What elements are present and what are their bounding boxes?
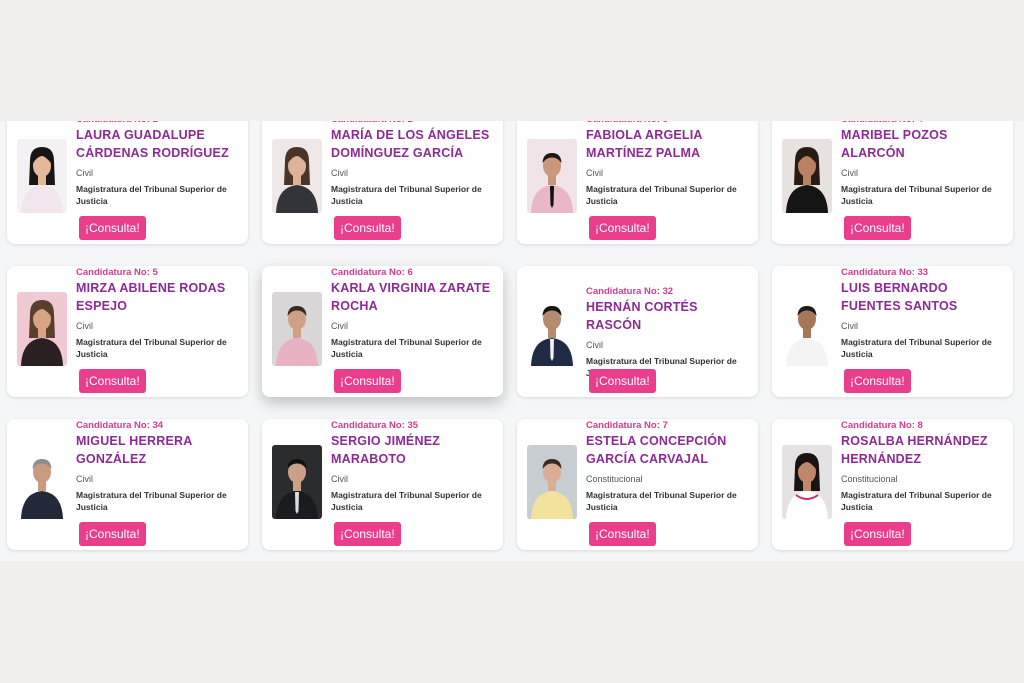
candidate-info: Candidatura No: 1 LAURA GUADALUPE CÁRDEN…	[76, 121, 244, 207]
consulta-button[interactable]: ¡Consulta!	[589, 369, 656, 393]
candidate-info: Candidatura No: 33 LUIS BERNARDO FUENTES…	[841, 266, 1009, 360]
consulta-button[interactable]: ¡Consulta!	[334, 216, 401, 240]
candidate-card-6: Candidatura No: 6 KARLA VIRGINIA ZARATE …	[262, 266, 503, 397]
candidate-info: Candidatura No: 35 SERGIO JIMÉNEZ MARABO…	[331, 419, 499, 513]
consulta-button[interactable]: ¡Consulta!	[589, 522, 656, 546]
candidate-card-10: Candidatura No: 35 SERGIO JIMÉNEZ MARABO…	[262, 419, 503, 550]
candidate-specialty: Civil	[586, 340, 603, 350]
candidate-card-1: Candidatura No: 1 LAURA GUADALUPE CÁRDEN…	[7, 121, 248, 244]
candidate-name: MIGUEL HERRERA GONZÁLEZ	[76, 434, 193, 466]
candidate-card-4: Candidatura No: 4 MARIBEL POZOS ALARCÓN …	[772, 121, 1013, 244]
candidate-specialty: Constitucional	[841, 474, 898, 484]
candidate-position: Magistratura del Tribunal Superior de Ju…	[331, 337, 482, 359]
candidate-number: Candidatura No: 32	[586, 286, 674, 297]
candidate-position: Magistratura del Tribunal Superior de Ju…	[586, 490, 737, 512]
candidate-card-8: Candidatura No: 33 LUIS BERNARDO FUENTES…	[772, 266, 1013, 397]
candidate-card-12: Candidatura No: 8 ROSALBA HERNÁNDEZ HERN…	[772, 419, 1013, 550]
candidate-number: Candidatura No: 34	[76, 420, 164, 431]
candidate-number: Candidatura No: 7	[586, 420, 668, 431]
candidate-photo-woman-white-blazer	[17, 139, 67, 213]
candidate-name: MARIBEL POZOS ALARCÓN	[841, 128, 948, 160]
candidate-specialty: Civil	[586, 168, 603, 178]
candidate-name: FABIOLA ARGELIA MARTÍNEZ PALMA	[586, 128, 703, 160]
consulta-button[interactable]: ¡Consulta!	[79, 522, 146, 546]
candidate-number: Candidatura No: 35	[331, 420, 419, 431]
candidate-specialty: Civil	[331, 321, 348, 331]
candidate-name: KARLA VIRGINIA ZARATE ROCHA	[331, 281, 491, 313]
candidate-number: Candidatura No: 33	[841, 267, 929, 278]
candidate-position: Magistratura del Tribunal Superior de Ju…	[331, 184, 482, 206]
consulta-button[interactable]: ¡Consulta!	[844, 369, 911, 393]
candidate-name: MARÍA DE LOS ÁNGELES DOMÍNGUEZ GARCÍA	[331, 128, 490, 160]
candidate-photo-woman-pink-blouse	[527, 139, 577, 213]
candidate-specialty: Civil	[76, 321, 93, 331]
candidate-name: MIRZA ABILENE RODAS ESPEJO	[76, 281, 226, 313]
candidate-position: Magistratura del Tribunal Superior de Ju…	[76, 184, 227, 206]
candidate-position: Magistratura del Tribunal Superior de Ju…	[76, 337, 227, 359]
candidate-photo-woman-yellow-blouse	[527, 445, 577, 519]
candidate-specialty: Civil	[331, 168, 348, 178]
candidate-photo-woman-embroidered-blouse	[782, 445, 832, 519]
candidate-info: Candidatura No: 7 ESTELA CONCEPCIÓN GARC…	[586, 419, 754, 513]
candidate-info: Candidatura No: 34 MIGUEL HERRERA GONZÁL…	[76, 419, 244, 513]
candidate-number: Candidatura No: 8	[841, 420, 923, 431]
candidates-grid: Candidatura No: 1 LAURA GUADALUPE CÁRDEN…	[7, 121, 1013, 550]
candidate-name: ESTELA CONCEPCIÓN GARCÍA CARVAJAL	[586, 434, 727, 466]
candidate-specialty: Civil	[841, 168, 858, 178]
candidate-card-5: Candidatura No: 5 MIRZA ABILENE RODAS ES…	[7, 266, 248, 397]
candidate-position: Magistratura del Tribunal Superior de Ju…	[586, 184, 737, 206]
candidate-info: Candidatura No: 32 HERNÁN CORTÉS RASCÓN …	[586, 266, 754, 379]
candidate-photo-woman-dark-suit	[272, 139, 322, 213]
candidate-position: Magistratura del Tribunal Superior de Ju…	[331, 490, 482, 512]
candidates-viewport[interactable]: Candidatura No: 1 LAURA GUADALUPE CÁRDEN…	[0, 121, 1024, 561]
candidate-card-11: Candidatura No: 7 ESTELA CONCEPCIÓN GARC…	[517, 419, 758, 550]
consulta-button[interactable]: ¡Consulta!	[79, 369, 146, 393]
consulta-button[interactable]: ¡Consulta!	[79, 216, 146, 240]
candidate-name: LUIS BERNARDO FUENTES SANTOS	[841, 281, 958, 313]
candidate-specialty: Constitucional	[586, 474, 643, 484]
consulta-button[interactable]: ¡Consulta!	[844, 522, 911, 546]
candidate-photo-man-navy-suit	[527, 292, 577, 366]
consulta-button[interactable]: ¡Consulta!	[844, 216, 911, 240]
candidate-position: Magistratura del Tribunal Superior de Ju…	[841, 490, 992, 512]
candidate-name: LAURA GUADALUPE CÁRDENAS RODRÍGUEZ	[76, 128, 229, 160]
candidate-specialty: Civil	[76, 474, 93, 484]
candidate-photo-man-dark-suit	[17, 445, 67, 519]
candidate-photo-woman-black-top	[17, 292, 67, 366]
candidate-card-2: Candidatura No: 2 MARÍA DE LOS ÁNGELES D…	[262, 121, 503, 244]
candidate-position: Magistratura del Tribunal Superior de Ju…	[841, 184, 992, 206]
candidate-specialty: Civil	[76, 168, 93, 178]
candidate-photo-man-suit-dark-bg	[272, 445, 322, 519]
candidate-name: SERGIO JIMÉNEZ MARABOTO	[331, 434, 441, 466]
candidate-info: Candidatura No: 5 MIRZA ABILENE RODAS ES…	[76, 266, 244, 360]
candidate-info: Candidatura No: 4 MARIBEL POZOS ALARCÓN …	[841, 121, 1009, 207]
candidate-info: Candidatura No: 3 FABIOLA ARGELIA MARTÍN…	[586, 121, 754, 207]
candidate-card-9: Candidatura No: 34 MIGUEL HERRERA GONZÁL…	[7, 419, 248, 550]
consulta-button[interactable]: ¡Consulta!	[589, 216, 656, 240]
candidate-number: Candidatura No: 5	[76, 267, 158, 278]
candidate-photo-woman-black-dress	[782, 139, 832, 213]
candidate-position: Magistratura del Tribunal Superior de Ju…	[841, 337, 992, 359]
candidate-info: Candidatura No: 2 MARÍA DE LOS ÁNGELES D…	[331, 121, 499, 207]
candidate-name: ROSALBA HERNÁNDEZ HERNÁNDEZ	[841, 434, 988, 466]
consulta-button[interactable]: ¡Consulta!	[334, 369, 401, 393]
candidate-photo-man-white-shirt	[782, 292, 832, 366]
candidate-info: Candidatura No: 6 KARLA VIRGINIA ZARATE …	[331, 266, 499, 360]
candidate-specialty: Civil	[841, 321, 858, 331]
candidate-name: HERNÁN CORTÉS RASCÓN	[586, 300, 698, 332]
candidate-number: Candidatura No: 6	[331, 267, 413, 278]
consulta-button[interactable]: ¡Consulta!	[334, 522, 401, 546]
candidate-specialty: Civil	[331, 474, 348, 484]
candidate-card-7: Candidatura No: 32 HERNÁN CORTÉS RASCÓN …	[517, 266, 758, 397]
candidate-info: Candidatura No: 8 ROSALBA HERNÁNDEZ HERN…	[841, 419, 1009, 513]
candidate-position: Magistratura del Tribunal Superior de Ju…	[76, 490, 227, 512]
candidate-photo-woman-pink-blazer	[272, 292, 322, 366]
candidate-card-3: Candidatura No: 3 FABIOLA ARGELIA MARTÍN…	[517, 121, 758, 244]
